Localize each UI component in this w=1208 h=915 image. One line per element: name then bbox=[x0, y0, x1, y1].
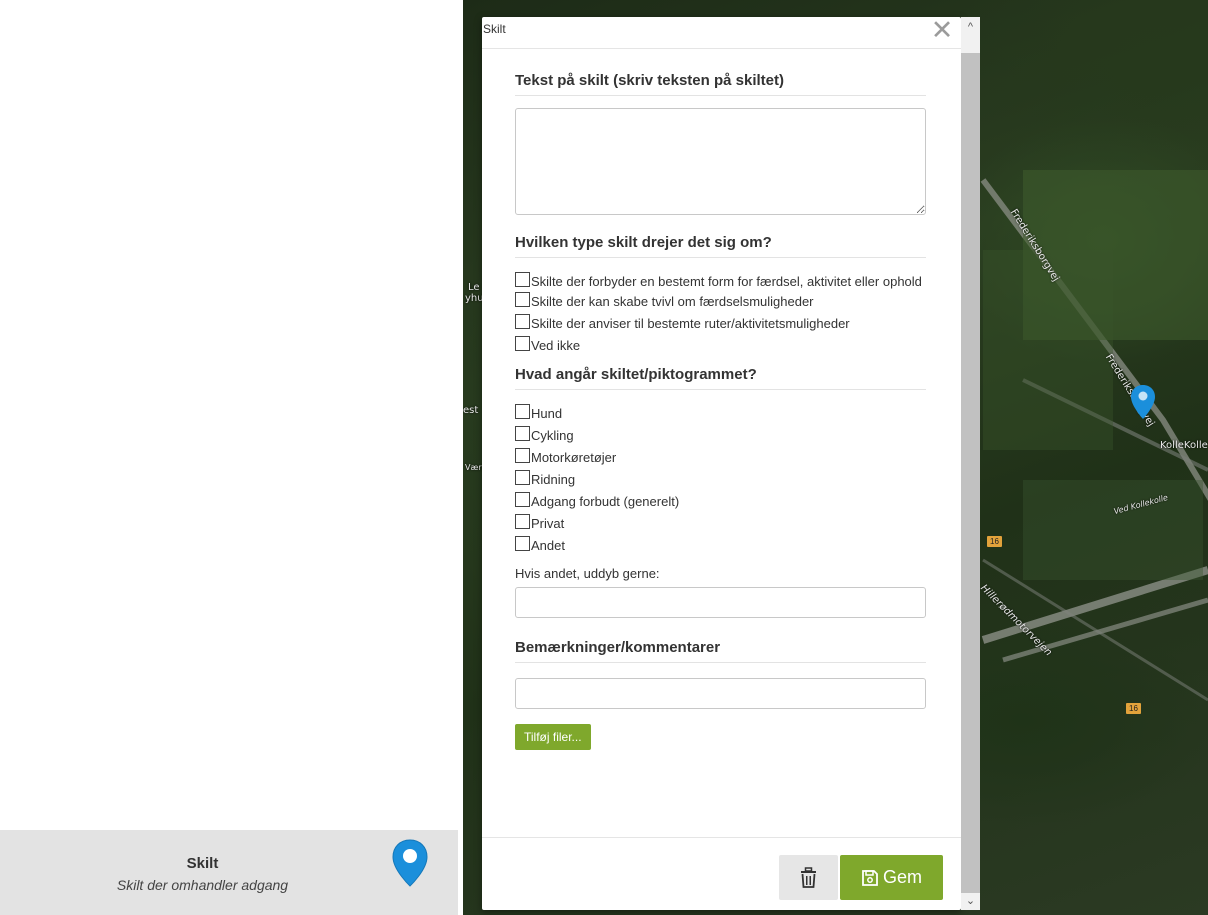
checkbox[interactable] bbox=[515, 404, 530, 419]
scroll-up-icon[interactable]: ^ bbox=[961, 19, 980, 36]
sign-text-input[interactable] bbox=[515, 108, 926, 215]
subject-option[interactable]: Cykling bbox=[515, 426, 926, 443]
map-marker-icon[interactable] bbox=[1130, 384, 1156, 420]
checkbox[interactable] bbox=[515, 492, 530, 507]
save-icon bbox=[862, 869, 878, 886]
dialog-header: Skilt ✕ bbox=[482, 16, 961, 49]
checkbox[interactable] bbox=[515, 514, 530, 529]
checkbox-label: Skilte der anviser til bestemte ruter/ak… bbox=[531, 316, 850, 331]
checkbox[interactable] bbox=[515, 292, 530, 307]
subject-option[interactable]: Hund bbox=[515, 404, 926, 421]
trash-icon bbox=[801, 867, 816, 888]
section-heading-subject: Hvad angår skiltet/piktogrammet? bbox=[515, 366, 926, 390]
sign-type-option[interactable]: Ved ikke bbox=[515, 336, 926, 353]
map-label: est bbox=[463, 405, 479, 416]
other-details-input[interactable] bbox=[515, 587, 926, 618]
subject-option[interactable]: Privat bbox=[515, 514, 926, 531]
delete-button[interactable] bbox=[779, 855, 838, 900]
road-shield: 16 bbox=[987, 536, 1002, 547]
subject-option[interactable]: Adgang forbudt (generelt) bbox=[515, 492, 926, 509]
section-heading-sign-text: Tekst på skilt (skriv teksten på skiltet… bbox=[515, 72, 926, 96]
checkbox-label: Skilte der kan skabe tvivl om færdselsmu… bbox=[531, 294, 814, 309]
other-details-label: Hvis andet, uddyb gerne: bbox=[515, 566, 660, 581]
subject-option[interactable]: Andet bbox=[515, 536, 926, 553]
checkbox[interactable] bbox=[515, 536, 530, 551]
checkbox-label: Cykling bbox=[531, 428, 574, 443]
subject-options: Hund Cykling Motorkøretøjer Ridning Adga… bbox=[515, 404, 926, 553]
subject-option[interactable]: Motorkøretøjer bbox=[515, 448, 926, 465]
dialog-title: Skilt bbox=[483, 22, 506, 36]
comments-input[interactable] bbox=[515, 678, 926, 709]
dialog-footer: Gem bbox=[482, 837, 961, 910]
checkbox[interactable] bbox=[515, 426, 530, 441]
checkbox-label: Privat bbox=[531, 516, 565, 531]
road-shield: 16 bbox=[1126, 703, 1141, 714]
scroll-down-icon[interactable]: ⌄ bbox=[961, 893, 980, 910]
checkbox-label: Andet bbox=[531, 538, 565, 553]
checkbox[interactable] bbox=[515, 336, 530, 351]
layer-item-subtitle: Skilt der omhandler adgang bbox=[116, 877, 289, 893]
checkbox-label: Hund bbox=[531, 406, 563, 421]
location-pin-icon bbox=[392, 839, 428, 887]
save-button[interactable]: Gem bbox=[840, 855, 943, 900]
scroll-thumb[interactable] bbox=[961, 53, 980, 893]
dialog-body: Tekst på skilt (skriv teksten på skiltet… bbox=[515, 49, 926, 750]
layer-item-card[interactable]: Skilt Skilt der omhandler adgang bbox=[0, 830, 458, 915]
checkbox-label: Adgang forbudt (generelt) bbox=[531, 494, 680, 509]
sign-type-options: Skilte der forbyder en bestemt form for … bbox=[515, 272, 926, 353]
sign-type-option[interactable]: Skilte der anviser til bestemte ruter/ak… bbox=[515, 314, 926, 331]
checkbox-label: Motorkøretøjer bbox=[531, 450, 617, 465]
layer-item-title: Skilt bbox=[186, 855, 219, 872]
checkbox[interactable] bbox=[515, 470, 530, 485]
close-icon[interactable]: ✕ bbox=[927, 16, 957, 44]
section-heading-comments: Bemærkninger/kommentarer bbox=[515, 639, 926, 663]
map-label: Le bbox=[468, 282, 480, 293]
sign-dialog: Skilt ✕ Tekst på skilt (skriv teksten på… bbox=[482, 16, 961, 910]
subject-option[interactable]: Ridning bbox=[515, 470, 926, 487]
dialog-scrollbar[interactable]: ^ ⌄ bbox=[961, 17, 980, 910]
section-heading-sign-type: Hvilken type skilt drejer det sig om? bbox=[515, 234, 926, 258]
map-label: KolleKolle bbox=[1160, 440, 1208, 451]
checkbox[interactable] bbox=[515, 448, 530, 463]
sign-type-option[interactable]: Skilte der forbyder en bestemt form for … bbox=[515, 272, 926, 289]
checkbox-label: Skilte der forbyder en bestemt form for … bbox=[531, 274, 922, 289]
save-label: Gem bbox=[882, 867, 922, 887]
sign-type-option[interactable]: Skilte der kan skabe tvivl om færdselsmu… bbox=[515, 292, 926, 309]
map-label: yhu bbox=[465, 293, 484, 304]
add-files-button[interactable]: Tilføj filer... bbox=[515, 724, 591, 750]
checkbox[interactable] bbox=[515, 272, 530, 287]
checkbox[interactable] bbox=[515, 314, 530, 329]
checkbox-label: Ridning bbox=[531, 472, 576, 487]
checkbox-label: Ved ikke bbox=[531, 338, 581, 353]
